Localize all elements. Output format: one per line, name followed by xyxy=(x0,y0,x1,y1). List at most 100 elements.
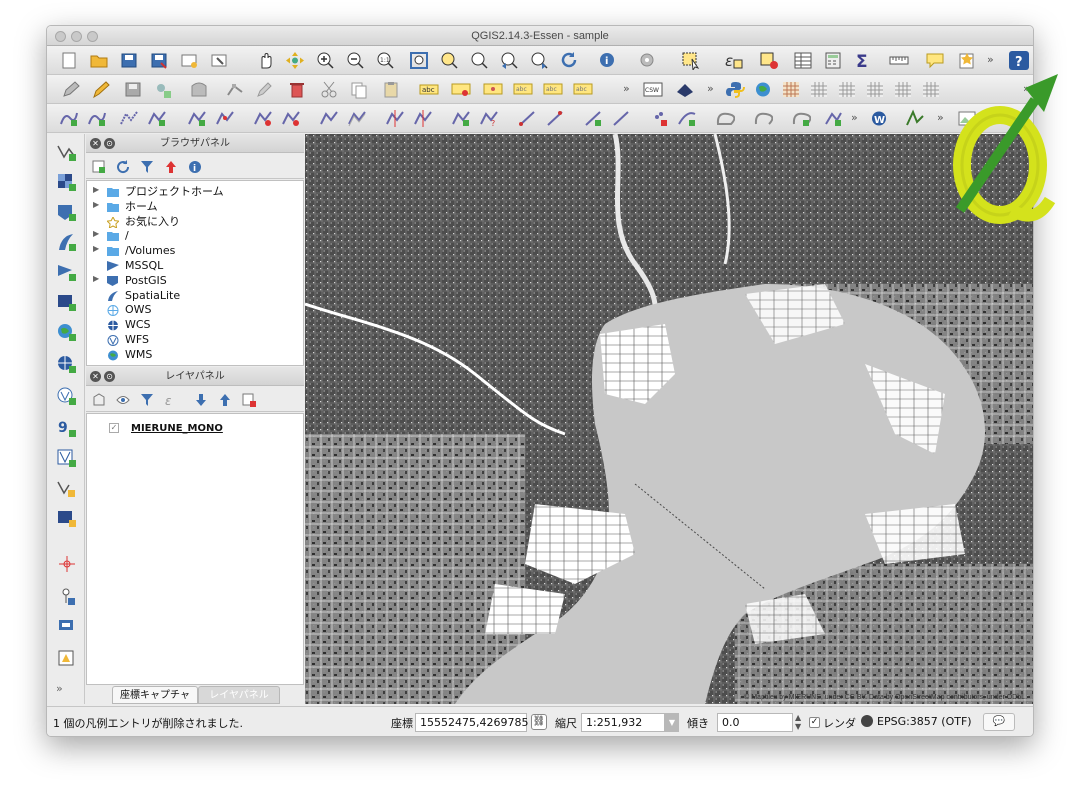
vector-layer-warning-icon[interactable] xyxy=(56,648,78,668)
zoom-in-icon[interactable] xyxy=(315,51,335,70)
browser-item-mssql[interactable]: MSSQL xyxy=(87,259,303,274)
move-feature-icon[interactable] xyxy=(189,80,209,99)
minimize-window-button[interactable] xyxy=(71,31,82,42)
browser-item-project-home[interactable]: ▶ プロジェクトホーム xyxy=(87,185,303,200)
browser-item-root[interactable]: ▶ / xyxy=(87,229,303,244)
snap-digitizing-icon[interactable] xyxy=(823,109,843,128)
new-print-composer-icon[interactable] xyxy=(179,51,199,70)
grid-plugin-3-icon[interactable] xyxy=(837,80,857,99)
node-tool-icon[interactable] xyxy=(225,80,245,99)
scale-dropdown-chevron-icon[interactable]: ▼ xyxy=(665,713,679,732)
zoom-to-selection-icon[interactable] xyxy=(439,51,459,70)
web-plugin-icon[interactable]: W xyxy=(869,109,889,128)
add-mssql-layer-icon[interactable] xyxy=(56,262,78,282)
add-wcs-layer-icon[interactable] xyxy=(56,354,78,374)
grid-plugin-6-icon[interactable] xyxy=(921,80,941,99)
merge-attributes-icon[interactable]: ? xyxy=(479,109,499,128)
browser-item-volumes[interactable]: ▶ /Volumes xyxy=(87,244,303,259)
label-move-icon[interactable]: abc xyxy=(513,80,533,99)
collapse-all-layers-icon[interactable] xyxy=(218,392,232,406)
simplify-feature-icon[interactable] xyxy=(119,109,139,128)
map-canvas[interactable]: © Maptiles by MIERUNE, under CC BY. Data… xyxy=(305,134,1033,704)
new-project-icon[interactable] xyxy=(59,51,79,70)
plugin-layer-icon[interactable] xyxy=(675,80,695,99)
select-by-expression-icon[interactable]: ε xyxy=(723,51,743,70)
properties-info-icon[interactable]: i xyxy=(188,159,202,174)
current-edits-icon[interactable] xyxy=(61,80,81,99)
zoom-actual-size-icon[interactable]: 1:1 xyxy=(375,51,395,70)
scale-field[interactable]: 1:251,932 xyxy=(581,713,665,732)
digitize-curve-icon[interactable] xyxy=(753,109,774,128)
delete-selected-icon[interactable] xyxy=(287,80,307,99)
composer-manager-icon[interactable] xyxy=(209,51,229,70)
coordinate-field[interactable]: 15552475,4269785 xyxy=(415,713,528,732)
remove-layer-icon[interactable] xyxy=(242,392,256,407)
add-wms-layer-icon[interactable] xyxy=(56,322,78,342)
delete-part-icon[interactable] xyxy=(281,109,301,128)
layer-visibility-eye-icon[interactable] xyxy=(116,392,130,406)
pan-to-selection-icon[interactable] xyxy=(285,51,305,70)
merge-features-icon[interactable] xyxy=(451,109,471,128)
add-point-icon[interactable] xyxy=(649,109,669,128)
label-tool-icon[interactable]: abc xyxy=(419,80,439,99)
browser-item-home[interactable]: ▶ ホーム xyxy=(87,200,303,215)
close-window-button[interactable] xyxy=(55,31,66,42)
save-as-icon[interactable] xyxy=(149,51,169,70)
zoom-full-icon[interactable] xyxy=(409,51,429,70)
georeferencer-icon[interactable] xyxy=(905,109,925,128)
expand-arrow-icon[interactable]: ▶ xyxy=(93,200,99,209)
render-checkbox[interactable]: ✓ xyxy=(809,717,820,728)
toggle-extents-icon[interactable]: ⛓ xyxy=(531,714,547,730)
browser-item-postgis[interactable]: ▶ PostGIS xyxy=(87,274,303,289)
crosshair-icon[interactable] xyxy=(56,554,78,574)
add-postgis-layer-icon[interactable] xyxy=(56,202,78,222)
left-toolbar-overflow-chevron[interactable]: » xyxy=(56,682,78,702)
browser-item-spatialite[interactable]: SpatiaLite xyxy=(87,289,303,304)
expand-arrow-icon[interactable]: ▶ xyxy=(93,244,99,253)
add-wfs-layer-icon[interactable] xyxy=(56,386,78,406)
save-layer-edits-icon[interactable] xyxy=(123,80,143,99)
label-show-hide-icon[interactable] xyxy=(483,80,503,99)
grid-plugin-4-icon[interactable] xyxy=(865,80,885,99)
zoom-out-icon[interactable] xyxy=(345,51,365,70)
add-db2-layer-icon[interactable] xyxy=(56,292,78,312)
python-console-icon[interactable] xyxy=(725,80,745,99)
zoom-window-button[interactable] xyxy=(87,31,98,42)
open-project-icon[interactable] xyxy=(89,51,109,70)
zoom-to-layer-icon[interactable] xyxy=(469,51,489,70)
add-polygon-icon[interactable] xyxy=(715,109,736,128)
browser-item-wcs[interactable]: WCS xyxy=(87,318,303,333)
trace-digitizing-icon[interactable] xyxy=(791,109,812,128)
copy-features-icon[interactable] xyxy=(349,80,369,99)
expand-arrow-icon[interactable]: ▶ xyxy=(93,185,99,194)
refresh-icon[interactable] xyxy=(559,51,579,70)
spatial-query-icon[interactable] xyxy=(56,616,78,636)
rotate-point-symbols-icon[interactable] xyxy=(517,109,537,128)
expand-arrow-icon[interactable]: ▶ xyxy=(93,229,99,238)
add-vector-layer-icon[interactable] xyxy=(56,142,78,162)
offset-point-symbols-icon[interactable] xyxy=(545,109,565,128)
split-features-icon[interactable] xyxy=(385,109,405,128)
browser-item-ows[interactable]: OWS xyxy=(87,303,303,318)
toggle-editing-icon[interactable] xyxy=(91,80,111,99)
add-part-icon[interactable] xyxy=(187,109,207,128)
add-circular-string-icon[interactable] xyxy=(59,109,79,128)
browser-item-wfs[interactable]: WFS xyxy=(87,333,303,348)
fill-ring-icon[interactable] xyxy=(215,109,235,128)
expand-arrow-icon[interactable]: ▶ xyxy=(93,274,99,283)
add-selected-layers-icon[interactable] xyxy=(92,159,106,173)
digitize-pencil-icon[interactable] xyxy=(255,80,275,99)
layer-style-icon[interactable] xyxy=(92,392,106,406)
filter-by-expression-icon[interactable]: ε xyxy=(164,392,178,408)
new-spatialite-layer-icon[interactable] xyxy=(56,508,78,528)
add-circular-string-radius-icon[interactable] xyxy=(87,109,107,128)
grid-plugin-5-icon[interactable] xyxy=(893,80,913,99)
deselect-features-icon[interactable] xyxy=(759,51,779,70)
crs-status[interactable]: EPSG:3857 (OTF) xyxy=(877,715,972,728)
browser-item-favourites[interactable]: お気に入り xyxy=(87,215,303,230)
browser-refresh-icon[interactable] xyxy=(116,159,130,174)
paste-features-icon[interactable] xyxy=(381,80,401,99)
filter-browser-icon[interactable] xyxy=(140,159,154,173)
split-parts-icon[interactable] xyxy=(413,109,433,128)
offset-curve-icon[interactable] xyxy=(347,109,367,128)
